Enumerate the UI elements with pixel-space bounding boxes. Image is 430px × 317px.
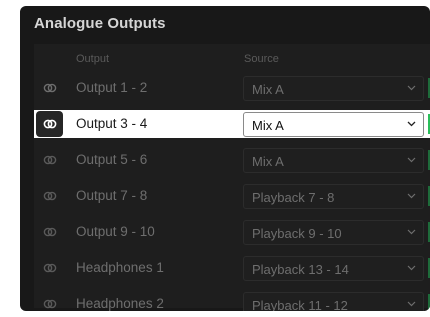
output-row[interactable]: Output 5 - 6 Mix A <box>34 146 430 174</box>
column-header-source: Source <box>244 53 279 65</box>
source-select[interactable]: Playback 9 - 10 <box>243 220 424 245</box>
source-select[interactable]: Mix A <box>243 112 424 137</box>
link-rings-icon[interactable] <box>36 291 63 311</box>
link-rings-icon[interactable] <box>36 111 63 137</box>
source-select[interactable]: Mix A <box>243 148 424 173</box>
chevron-down-icon <box>407 121 416 127</box>
source-value: Mix A <box>252 118 284 133</box>
chevron-down-icon <box>407 193 416 199</box>
chevron-down-icon <box>407 301 416 307</box>
output-row[interactable]: Output 1 - 2 Mix A <box>34 74 430 102</box>
output-row[interactable]: Headphones 2 Playback 11 - 12 <box>34 290 430 311</box>
output-name: Output 5 - 6 <box>76 152 148 167</box>
outputs-table: Output Source Output 1 - 2 Mix A Output … <box>34 44 430 311</box>
output-row[interactable]: Output 9 - 10 Playback 9 - 10 <box>34 218 430 246</box>
output-row[interactable]: Output 7 - 8 Playback 7 - 8 <box>34 182 430 210</box>
link-rings-icon[interactable] <box>36 75 63 101</box>
section-title: Analogue Outputs <box>34 15 166 32</box>
link-rings-icon[interactable] <box>36 183 63 209</box>
chevron-down-icon <box>407 157 416 163</box>
output-name: Output 1 - 2 <box>76 80 148 95</box>
source-select[interactable]: Mix A <box>243 76 424 101</box>
chevron-down-icon <box>407 265 416 271</box>
link-rings-icon[interactable] <box>36 219 63 245</box>
output-name: Headphones 1 <box>76 260 164 275</box>
column-header-output: Output <box>76 53 110 65</box>
source-select[interactable]: Playback 11 - 12 <box>243 292 424 311</box>
output-row-selected[interactable]: Output 3 - 4 Mix A <box>34 110 430 138</box>
analogue-outputs-panel: Analogue Outputs Output Source Output 1 … <box>20 6 430 311</box>
link-rings-icon[interactable] <box>36 147 63 173</box>
source-value: Playback 11 - 12 <box>252 298 348 311</box>
source-value: Playback 13 - 14 <box>252 262 349 277</box>
source-value: Playback 9 - 10 <box>252 226 342 241</box>
source-value: Mix A <box>252 82 284 97</box>
chevron-down-icon <box>407 229 416 235</box>
chevron-down-icon <box>407 85 416 91</box>
output-row[interactable]: Headphones 1 Playback 13 - 14 <box>34 254 430 282</box>
output-name: Output 7 - 8 <box>76 188 148 203</box>
source-select[interactable]: Playback 13 - 14 <box>243 256 424 281</box>
output-name: Headphones 2 <box>76 296 164 311</box>
link-rings-icon[interactable] <box>36 255 63 281</box>
output-name: Output 9 - 10 <box>76 224 155 239</box>
source-select[interactable]: Playback 7 - 8 <box>243 184 424 209</box>
source-value: Mix A <box>252 154 284 169</box>
source-value: Playback 7 - 8 <box>252 190 335 205</box>
output-name: Output 3 - 4 <box>76 116 148 131</box>
